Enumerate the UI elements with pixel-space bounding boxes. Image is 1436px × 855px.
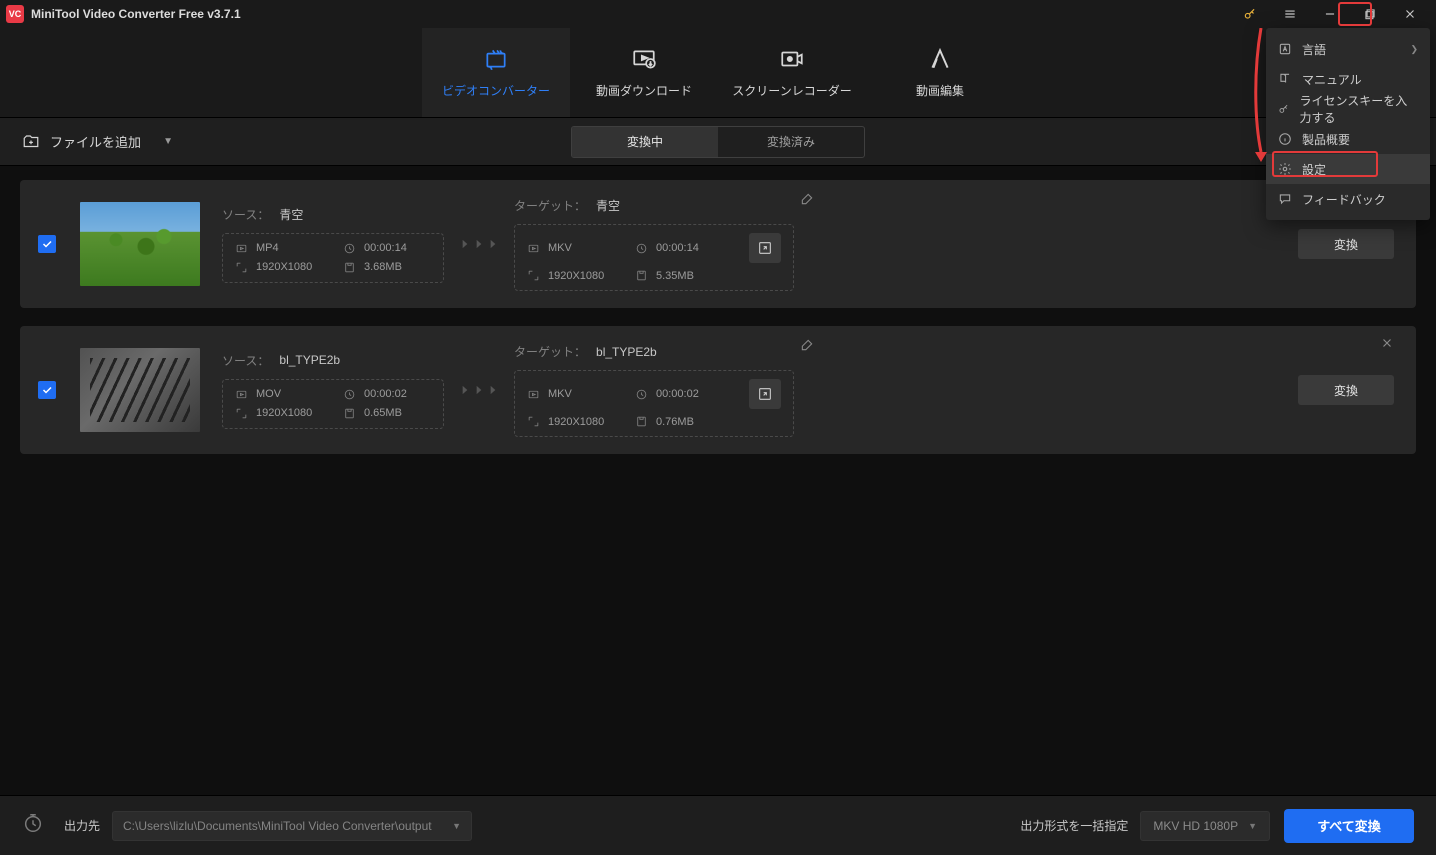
app-logo: VC [6,5,24,23]
format-label: 出力形式を一括指定 [1020,817,1128,834]
target-format: MKV [548,388,572,400]
thumbnail [80,202,200,286]
output-path: C:\Users\lizlu\Documents\MiniTool Video … [123,819,432,833]
schedule-icon[interactable] [22,812,44,839]
source-label: ソース： [222,352,269,369]
convert-all-button[interactable]: すべて変換 [1284,809,1414,843]
tab-label: 動画ダウンロード [596,82,692,99]
source-name: 青空 [279,206,303,223]
edit-title-icon[interactable] [800,192,814,209]
edit-title-icon[interactable] [800,338,814,355]
key-icon[interactable] [1230,0,1270,28]
tab-label: 動画編集 [916,82,964,99]
checkbox[interactable] [38,235,56,253]
source-stats: MP4 00:00:14 1920X1080 3.68MB [222,233,444,283]
target-format: MKV [548,242,572,254]
target-stats: MKV 00:00:14 1920X1080 5.35MB [514,224,794,291]
arrow-icon [458,383,500,397]
status-segment: 変換中 変換済み [571,126,865,158]
close-icon[interactable] [1390,0,1430,28]
target-settings-button[interactable] [749,233,781,263]
chevron-down-icon: ▼ [1248,821,1257,831]
target-label: ターゲット： [514,343,586,360]
source-size: 0.65MB [364,407,402,419]
menu-settings[interactable]: 設定 [1266,154,1430,184]
target-resolution: 1920X1080 [548,416,604,428]
chevron-right-icon: ❯ [1410,44,1418,55]
tab-label: スクリーンレコーダー [732,82,851,99]
arrow-icon [458,237,500,251]
maximize-icon[interactable] [1350,0,1390,28]
menu-manual[interactable]: マニュアル [1266,64,1430,94]
target-stats: MKV 00:00:02 1920X1080 0.76MB [514,370,794,437]
chevron-down-icon[interactable]: ▼ [159,136,177,147]
target-name: bl_TYPE2b [596,345,657,359]
remove-icon[interactable] [1380,336,1394,355]
source-format: MP4 [256,242,279,254]
menu-feedback[interactable]: フィードバック [1266,184,1430,214]
source-duration: 00:00:02 [364,388,407,400]
task-row: ソース： bl_TYPE2b MOV 00:00:02 1920X1080 0.6… [20,326,1416,454]
chevron-down-icon: ▼ [452,821,461,831]
minimize-icon[interactable] [1310,0,1350,28]
module-tabs: ビデオコンバーター 動画ダウンロード スクリーンレコーダー 動画編集 [0,28,1436,118]
target-size: 5.35MB [656,270,694,282]
convert-button[interactable]: 変換 [1298,375,1394,405]
main-menu: 言語❯ マニュアル ライセンスキーを入力する 製品概要 設定 フィードバック [1266,28,1430,220]
source-size: 3.68MB [364,261,402,273]
target-size: 0.76MB [656,416,694,428]
checkbox[interactable] [38,381,56,399]
target-name: 青空 [596,197,620,214]
format-select[interactable]: MKV HD 1080P ▼ [1140,811,1270,841]
tab-label: ビデオコンバーター [442,82,550,99]
menu-language[interactable]: 言語❯ [1266,34,1430,64]
hamburger-icon[interactable] [1270,0,1310,28]
thumbnail [80,348,200,432]
tab-video-converter[interactable]: ビデオコンバーター [422,28,570,117]
output-path-select[interactable]: C:\Users\lizlu\Documents\MiniTool Video … [112,811,472,841]
source-format: MOV [256,388,281,400]
output-label: 出力先 [64,817,100,834]
format-value: MKV HD 1080P [1153,819,1238,833]
add-file-label: ファイルを追加 [50,132,141,151]
target-label: ターゲット： [514,197,586,214]
target-settings-button[interactable] [749,379,781,409]
segment-converting[interactable]: 変換中 [572,127,718,157]
add-file-button[interactable]: ファイルを追加 ▼ [22,132,177,151]
task-row: ソース： 青空 MP4 00:00:14 1920X1080 3.68MB ターゲ… [20,180,1416,308]
source-label: ソース： [222,206,269,223]
source-duration: 00:00:14 [364,242,407,254]
segment-converted[interactable]: 変換済み [718,127,864,157]
target-resolution: 1920X1080 [548,270,604,282]
source-stats: MOV 00:00:02 1920X1080 0.65MB [222,379,444,429]
bottom-bar: 出力先 C:\Users\lizlu\Documents\MiniTool Vi… [0,795,1436,855]
target-duration: 00:00:14 [656,242,699,254]
target-duration: 00:00:02 [656,388,699,400]
app-title: MiniTool Video Converter Free v3.7.1 [31,7,241,21]
convert-button[interactable]: 変換 [1298,229,1394,259]
source-resolution: 1920X1080 [256,261,312,273]
subbar: ファイルを追加 ▼ 変換中 変換済み [0,118,1436,166]
source-resolution: 1920X1080 [256,407,312,419]
tab-screen-recorder[interactable]: スクリーンレコーダー [718,28,866,117]
task-list: ソース： 青空 MP4 00:00:14 1920X1080 3.68MB ターゲ… [0,166,1436,486]
tab-video-download[interactable]: 動画ダウンロード [570,28,718,117]
source-name: bl_TYPE2b [279,353,340,367]
menu-about[interactable]: 製品概要 [1266,124,1430,154]
menu-license[interactable]: ライセンスキーを入力する [1266,94,1430,124]
titlebar: VC MiniTool Video Converter Free v3.7.1 [0,0,1436,28]
tab-video-editor[interactable]: 動画編集 [866,28,1014,117]
